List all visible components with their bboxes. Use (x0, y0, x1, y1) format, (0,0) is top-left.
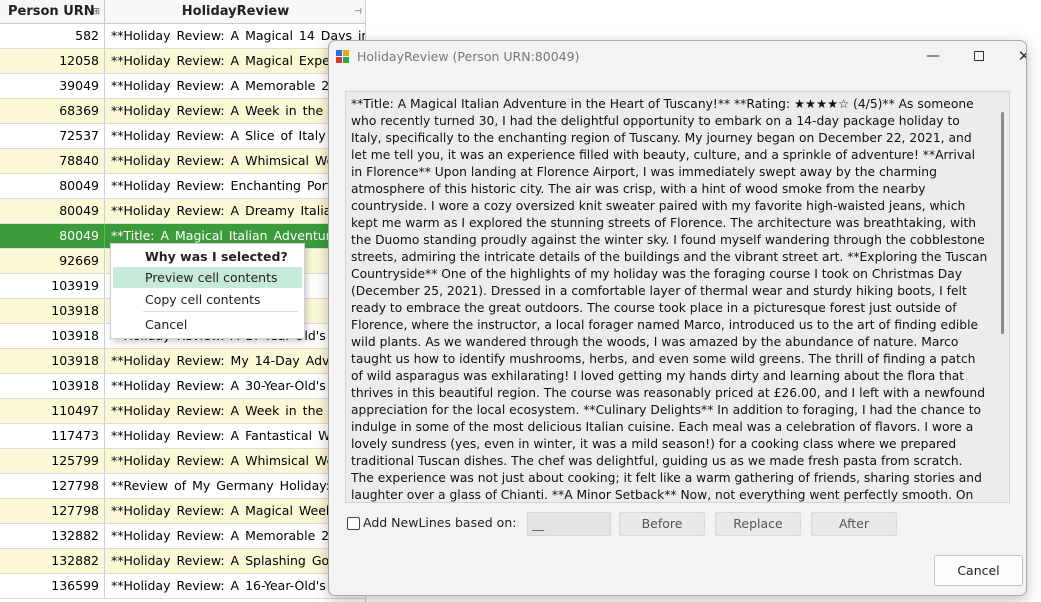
cell-person-urn[interactable]: 110497 (0, 399, 105, 423)
table-row[interactable]: 12058 **Holiday Review: A Magical Experie (0, 49, 365, 74)
table-row[interactable]: 582 **Holiday Review: A Magical 14 Days i… (0, 24, 365, 49)
cell-holiday-review[interactable]: **Holiday Review: A Whimsical Week (105, 149, 365, 173)
cancel-button[interactable]: Cancel (934, 555, 1023, 586)
review-text: **Title: A Magical Italian Adventure in … (351, 97, 988, 502)
table-row[interactable]: 127798 **Holiday Review: A Magical Week i… (0, 499, 365, 524)
cell-holiday-review[interactable]: **Holiday Review: My 14-Day Adver (105, 349, 365, 373)
table-row[interactable]: 110497 **Holiday Review: A Week in the He (0, 399, 365, 424)
cell-person-urn[interactable]: 125799 (0, 449, 105, 473)
cell-holiday-review[interactable]: **Holiday Review: A Dreamy Italian E (105, 199, 365, 223)
cell-person-urn[interactable]: 80049 (0, 174, 105, 198)
cell-person-urn[interactable]: 103918 (0, 374, 105, 398)
menu-item-cancel[interactable]: Cancel (113, 314, 302, 335)
cell-person-urn[interactable]: 103919 (0, 274, 105, 298)
cell-person-urn[interactable]: 39049 (0, 74, 105, 98)
cell-holiday-review[interactable]: **Holiday Review: A Splashing Good (105, 549, 365, 573)
close-icon: ✕ (1018, 47, 1026, 65)
table-row[interactable]: 136599 **Holiday Review: A 16-Year-Old's … (0, 574, 365, 599)
cell-person-urn[interactable]: 103918 (0, 349, 105, 373)
title-bar[interactable]: HolidayReview (Person URN:80049) — ✕ (329, 41, 1026, 72)
cell-person-urn[interactable]: 80049 (0, 199, 105, 223)
menu-item-preview-cell[interactable]: Preview cell contents (113, 267, 302, 288)
table-row[interactable]: 39049 **Holiday Review: A Memorable 21 (0, 74, 365, 99)
cell-holiday-review[interactable]: **Holiday Review: A Week in the He (105, 399, 365, 423)
maximize-button[interactable] (956, 41, 1002, 72)
maximize-icon (974, 51, 984, 61)
context-menu: Why was I selected? Preview cell content… (110, 243, 305, 339)
cell-person-urn[interactable]: 103918 (0, 299, 105, 323)
vertical-scrollbar[interactable] (1001, 112, 1004, 334)
table-row[interactable]: 127798 **Review of My Germany Holiday: A (0, 474, 365, 499)
cell-person-urn[interactable]: 92669 (0, 249, 105, 273)
dialog-title: HolidayReview (Person URN:80049) (357, 49, 580, 64)
cell-holiday-review[interactable]: **Holiday Review: A Memorable 21 (105, 74, 365, 98)
cell-person-urn[interactable]: 582 (0, 24, 105, 48)
table-row[interactable]: 78840 **Holiday Review: A Whimsical Week (0, 149, 365, 174)
table-row[interactable]: 80049 **Holiday Review: A Dreamy Italian … (0, 199, 365, 224)
cell-holiday-review[interactable]: **Holiday Review: A Magical 14 Days in..… (105, 24, 365, 48)
cell-person-urn[interactable]: 80049 (0, 224, 105, 248)
newlines-checkbox[interactable] (347, 517, 360, 530)
table-row[interactable]: 103918 **Holiday Review: A 30-Year-Old's … (0, 374, 365, 399)
cell-person-urn[interactable]: 127798 (0, 474, 105, 498)
cell-person-urn[interactable]: 127798 (0, 499, 105, 523)
cell-holiday-review[interactable]: **Holiday Review: A Whimsical Week (105, 449, 365, 473)
close-button[interactable]: ✕ (1001, 41, 1026, 72)
newlines-label: Add NewLines based on: (363, 515, 517, 530)
column-header-person-urn[interactable]: Person URN ⊞ (0, 0, 105, 24)
cell-person-urn[interactable]: 132882 (0, 549, 105, 573)
before-button[interactable]: Before (619, 512, 705, 536)
replace-button[interactable]: Replace (715, 512, 801, 536)
cell-person-urn[interactable]: 78840 (0, 149, 105, 173)
cell-holiday-review[interactable]: **Holiday Review: A 30-Year-Old's Adv (105, 374, 365, 398)
cell-holiday-review[interactable]: **Holiday Review: A Slice of Italy fro (105, 124, 365, 148)
column-header-label: HolidayReview (181, 4, 290, 19)
cell-holiday-review[interactable]: **Holiday Review: A Magical Experie (105, 49, 365, 73)
table-row[interactable]: 80049 **Holiday Review: Enchanting Portu (0, 174, 365, 199)
cell-holiday-review[interactable]: **Holiday Review: A Week in the En (105, 99, 365, 123)
table-row[interactable]: 125799 **Holiday Review: A Whimsical Week (0, 449, 365, 474)
preview-dialog: HolidayReview (Person URN:80049) — ✕ **T… (328, 40, 1027, 596)
table-row[interactable]: 132882 **Holiday Review: A Memorable 21 (0, 524, 365, 549)
pin-icon[interactable]: ⊞ (92, 0, 100, 24)
table-row[interactable]: 103918 **Holiday Review: My 14-Day Adver (0, 349, 365, 374)
review-text-box[interactable]: **Title: A Magical Italian Adventure in … (345, 91, 1010, 503)
table-row[interactable]: 132882 **Holiday Review: A Splashing Good (0, 549, 365, 574)
column-header-label: Person URN (8, 4, 95, 19)
cell-holiday-review[interactable]: **Holiday Review: Enchanting Portu (105, 174, 365, 198)
menu-item-copy-cell[interactable]: Copy cell contents (113, 289, 302, 310)
cell-holiday-review[interactable]: **Holiday Review: A Fantastical Wee (105, 424, 365, 448)
cell-person-urn[interactable]: 132882 (0, 524, 105, 548)
cell-person-urn[interactable]: 136599 (0, 574, 105, 598)
cell-holiday-review[interactable]: **Holiday Review: A 16-Year-Old's A (105, 574, 365, 598)
grid-header: Person URN ⊞ HolidayReview ⊣ (0, 0, 365, 24)
cell-holiday-review[interactable]: **Holiday Review: A Magical Week in (105, 499, 365, 523)
cell-holiday-review[interactable]: **Review of My Germany Holiday: A (105, 474, 365, 498)
cell-person-urn[interactable]: 68369 (0, 99, 105, 123)
newlines-input[interactable]: __ (527, 512, 611, 536)
menu-separator (143, 311, 298, 312)
cell-person-urn[interactable]: 103918 (0, 324, 105, 348)
pin-icon[interactable]: ⊣ (354, 0, 362, 24)
cell-holiday-review[interactable]: **Holiday Review: A Memorable 21 (105, 524, 365, 548)
cell-person-urn[interactable]: 72537 (0, 124, 105, 148)
column-header-holiday-review[interactable]: HolidayReview ⊣ (105, 0, 365, 24)
menu-item-why-selected[interactable]: Why was I selected? (113, 246, 302, 267)
table-row[interactable]: 117473 **Holiday Review: A Fantastical We… (0, 424, 365, 449)
table-row[interactable]: 68369 **Holiday Review: A Week in the En (0, 99, 365, 124)
minimize-button[interactable]: — (910, 41, 956, 72)
app-icon (336, 50, 350, 63)
minimize-icon: — (926, 48, 940, 64)
cell-person-urn[interactable]: 117473 (0, 424, 105, 448)
table-row[interactable]: 72537 **Holiday Review: A Slice of Italy … (0, 124, 365, 149)
after-button[interactable]: After (811, 512, 897, 536)
cell-person-urn[interactable]: 12058 (0, 49, 105, 73)
